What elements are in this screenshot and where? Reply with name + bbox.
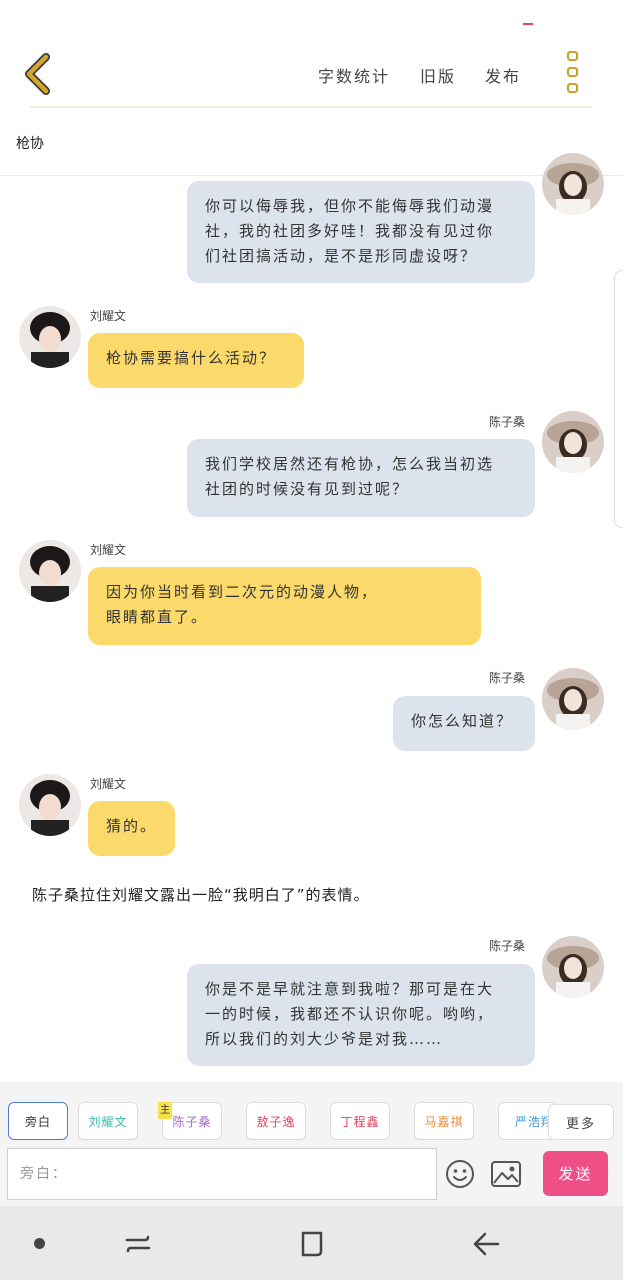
title-divider [0, 175, 623, 176]
smiley-icon[interactable] [444, 1158, 476, 1190]
character-chip-narrator[interactable]: 旁白 [8, 1102, 68, 1140]
message-line: 所以我们的刘大少爷是对我…… [205, 1030, 444, 1048]
character-chip-liuyaowen[interactable]: 刘耀文 [78, 1102, 138, 1140]
image-icon[interactable] [490, 1159, 522, 1189]
message-bubble[interactable]: 猜的。 [88, 801, 175, 856]
message-bubble[interactable]: 你可以侮辱我，但你不能侮辱我们动漫 社，我的社团多好哇！我都没有见过你 们社团搞… [187, 181, 535, 283]
narration-text[interactable]: 陈子桑拉住刘耀文露出一脸“我明白了”的表情。 [32, 884, 370, 905]
chat-title: 枪协 [16, 136, 44, 152]
old-version-link[interactable]: 旧版 [420, 63, 456, 87]
message-input[interactable] [8, 1149, 436, 1199]
message-line: 眼睛都直了。 [106, 608, 209, 626]
publish-link[interactable]: 发布 [485, 63, 521, 87]
home-square-icon[interactable] [298, 1229, 326, 1259]
speaker-name: 陈子桑 [489, 415, 526, 429]
message-line: 你怎么知道？ [411, 712, 514, 730]
message-line: 因为你当时看到二次元的动漫人物， [106, 583, 379, 601]
message-line: 们社团搞活动，是不是形同虚设呀？ [205, 247, 478, 265]
speaker-name: 刘耀文 [90, 309, 127, 323]
speaker-name: 陈子桑 [489, 671, 526, 685]
back-arrow-icon[interactable] [470, 1229, 502, 1259]
speaker-name: 陈子桑 [489, 939, 526, 953]
side-drawer-handle[interactable] [614, 270, 623, 528]
message-bubble[interactable]: 你怎么知道？ [393, 696, 535, 751]
chevron-left-icon[interactable] [20, 52, 54, 96]
avatar-liuyaowen [19, 774, 81, 836]
more-characters-button[interactable]: 更多 [548, 1104, 614, 1140]
avatar-chenzisang [542, 153, 604, 215]
message-line: 猜的。 [106, 817, 158, 835]
notification-dash [523, 23, 533, 25]
avatar-chenzisang [542, 936, 604, 998]
character-chip-majiaqi[interactable]: 马嘉祺 [414, 1102, 474, 1140]
message-line: 你是不是早就注意到我啦？那可是在大 [205, 980, 495, 998]
message-line: 枪协需要搞什么活动？ [106, 349, 277, 367]
character-chip-aoziyi[interactable]: 敖子逸 [246, 1102, 306, 1140]
message-bubble[interactable]: 我们学校居然还有枪协，怎么我当初选 社团的时候没有见到过呢？ [187, 439, 535, 517]
speaker-name: 刘耀文 [90, 543, 127, 557]
main-character-badge: 主 [158, 1102, 172, 1119]
word-count-link[interactable]: 字数统计 [318, 63, 390, 87]
message-line: 我们学校居然还有枪协，怎么我当初选 [205, 455, 495, 473]
recent-apps-icon[interactable] [123, 1229, 153, 1259]
avatar-chenzisang [542, 411, 604, 473]
message-bubble[interactable]: 枪协需要搞什么活动？ [88, 333, 304, 388]
send-button[interactable]: 发送 [543, 1151, 608, 1196]
dot-icon[interactable] [34, 1238, 45, 1249]
more-vertical-icon[interactable] [565, 51, 581, 95]
avatar-liuyaowen [19, 540, 81, 602]
message-line: 社团的时候没有见到过呢？ [205, 480, 410, 498]
header-divider [30, 106, 592, 108]
character-chip-dingchengxin[interactable]: 丁程鑫 [330, 1102, 390, 1140]
message-line: 你可以侮辱我，但你不能侮辱我们动漫 [205, 197, 495, 215]
message-bubble[interactable]: 你是不是早就注意到我啦？那可是在大 一的时候，我都还不认识你呢。哟哟， 所以我们… [187, 964, 535, 1066]
avatar-liuyaowen [19, 306, 81, 368]
speaker-name: 刘耀文 [90, 777, 127, 791]
message-input-box[interactable] [7, 1148, 437, 1200]
message-bubble[interactable]: 因为你当时看到二次元的动漫人物， 眼睛都直了。 [88, 567, 481, 645]
avatar-chenzisang [542, 668, 604, 730]
message-line: 一的时候，我都还不认识你呢。哟哟， [205, 1005, 495, 1023]
message-line: 社，我的社团多好哇！我都没有见过你 [205, 222, 495, 240]
